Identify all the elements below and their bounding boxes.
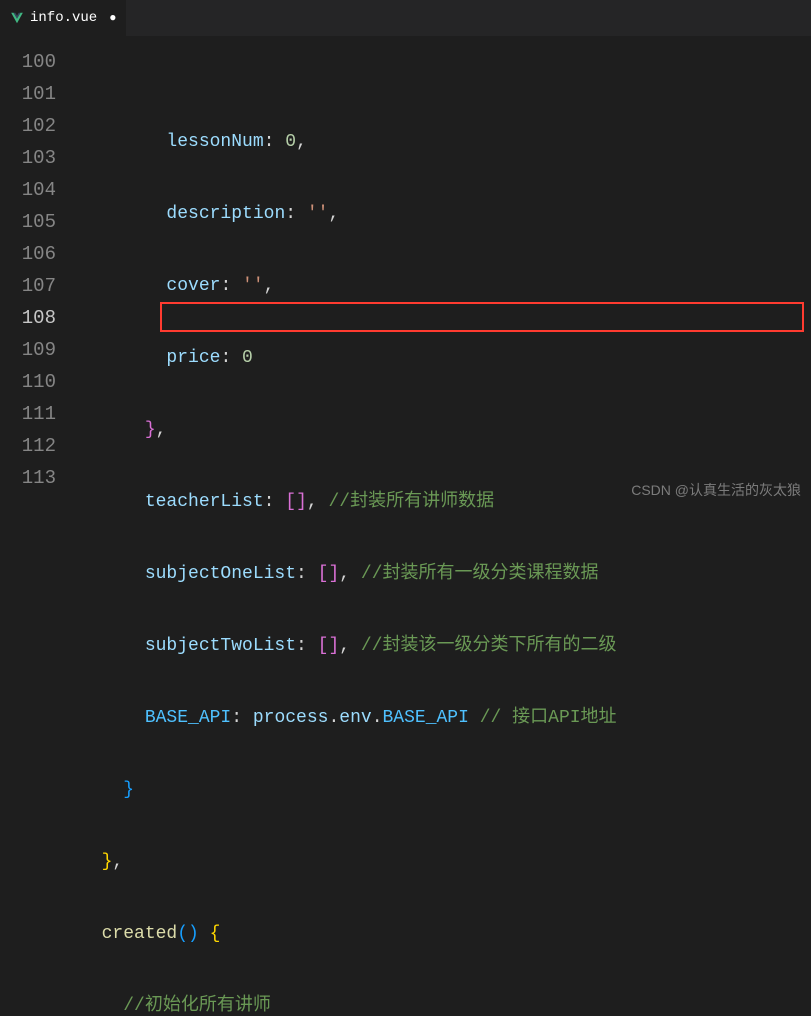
tab-info-vue[interactable]: info.vue ● (0, 0, 127, 36)
code-line: subjectOneList: [], //封装所有一级分类课程数据 (80, 558, 811, 590)
code-line: BASE_API: process.env.BASE_API // 接口API地… (80, 702, 811, 734)
line-number: 108 (0, 302, 56, 334)
code-line: price: 0 (80, 342, 811, 374)
line-number: 100 (0, 46, 56, 78)
code-editor[interactable]: 1001011021031041051061071081091101111121… (0, 36, 811, 508)
line-number: 106 (0, 238, 56, 270)
code-line: }, (80, 846, 811, 878)
code-line: //初始化所有讲师 (80, 990, 811, 1016)
tab-label: info.vue (30, 10, 97, 26)
line-number: 109 (0, 334, 56, 366)
line-number: 107 (0, 270, 56, 302)
line-number: 111 (0, 398, 56, 430)
line-number-gutter: 1001011021031041051061071081091101111121… (0, 36, 80, 508)
code-line: description: '', (80, 198, 811, 230)
vue-icon (10, 11, 24, 25)
code-area[interactable]: lessonNum: 0, description: '', cover: ''… (80, 36, 811, 508)
code-line: subjectTwoList: [], //封装该一级分类下所有的二级 (80, 630, 811, 662)
code-line: }, (80, 414, 811, 446)
line-number: 103 (0, 142, 56, 174)
line-number: 112 (0, 430, 56, 462)
code-line: } (80, 774, 811, 806)
line-number: 113 (0, 462, 56, 494)
line-number: 110 (0, 366, 56, 398)
tab-dirty-indicator: ● (109, 11, 116, 25)
code-line: cover: '', (80, 270, 811, 302)
line-number: 104 (0, 174, 56, 206)
line-number: 102 (0, 110, 56, 142)
code-line: lessonNum: 0, (80, 126, 811, 158)
highlight-box (160, 302, 804, 332)
line-number: 101 (0, 78, 56, 110)
code-line: created() { (80, 918, 811, 950)
line-number: 105 (0, 206, 56, 238)
watermark: CSDN @认真生活的灰太狼 (631, 480, 801, 500)
tab-bar: info.vue ● (0, 0, 811, 36)
